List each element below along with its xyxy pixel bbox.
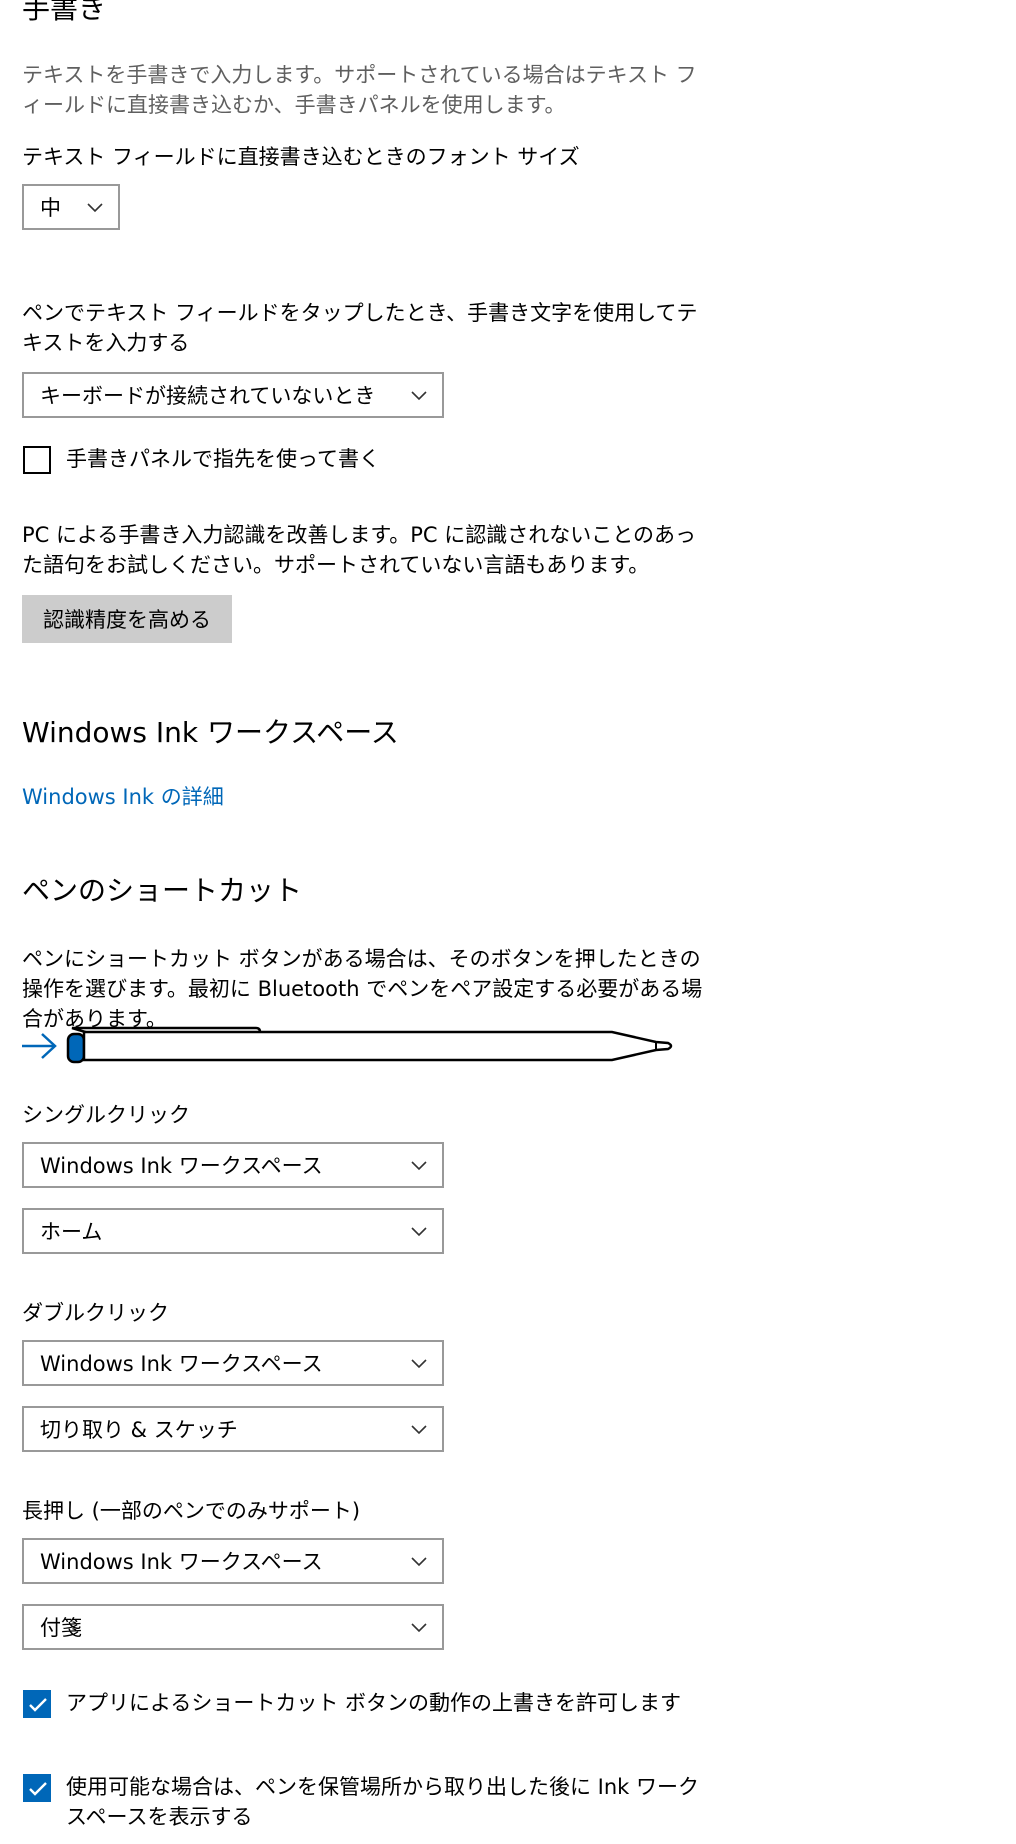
- single-click-action-dropdown[interactable]: ホーム: [22, 1208, 444, 1254]
- finger-checkbox[interactable]: [23, 446, 51, 474]
- handwriting-title: 手書き: [22, 0, 107, 25]
- double-click-app-dropdown[interactable]: Windows Ink ワークスペース: [22, 1340, 444, 1386]
- tap-mode-dropdown[interactable]: キーボードが接続されていないとき: [22, 372, 444, 418]
- show-ink-checkbox-label: 使用可能な場合は、ペンを保管場所から取り出した後に Ink ワークスペースを表示…: [66, 1775, 700, 1829]
- show-ink-checkbox[interactable]: [23, 1774, 51, 1802]
- ink-details-link[interactable]: Windows Ink の詳細: [22, 782, 224, 812]
- long-press-app-value: Windows Ink ワークスペース: [40, 1550, 323, 1574]
- chevron-down-icon: [87, 203, 103, 213]
- arrow-right-icon: [22, 1033, 57, 1059]
- double-click-app-value: Windows Ink ワークスペース: [40, 1352, 323, 1376]
- shortcuts-title: ペンのショートカット: [22, 874, 303, 907]
- font-size-dropdown[interactable]: 中: [22, 184, 120, 230]
- override-checkbox-label: アプリによるショートカット ボタンの動作の上書きを許可します: [66, 1691, 682, 1715]
- override-checkbox[interactable]: [23, 1690, 51, 1718]
- single-click-app-dropdown[interactable]: Windows Ink ワークスペース: [22, 1142, 444, 1188]
- single-click-label: シングルクリック: [22, 1103, 190, 1127]
- font-size-label: テキスト フィールドに直接書き込むときのフォント サイズ: [22, 145, 580, 169]
- finger-checkbox-label: 手書きパネルで指先を使って書く: [66, 447, 380, 471]
- chevron-down-icon: [411, 1227, 427, 1237]
- chevron-down-icon: [411, 1623, 427, 1633]
- chevron-down-icon: [411, 1425, 427, 1435]
- improve-text: PC による手書き入力認識を改善します。PC に認識されないことのあった語句をお…: [22, 523, 697, 577]
- long-press-action-value: 付箋: [40, 1616, 82, 1640]
- chevron-down-icon: [411, 1161, 427, 1171]
- ink-title: Windows Ink ワークスペース: [22, 716, 399, 749]
- double-click-label: ダブルクリック: [22, 1301, 169, 1325]
- double-click-action-dropdown[interactable]: 切り取り & スケッチ: [22, 1406, 444, 1452]
- tap-mode-value: キーボードが接続されていないとき: [40, 384, 376, 408]
- long-press-app-dropdown[interactable]: Windows Ink ワークスペース: [22, 1538, 444, 1584]
- chevron-down-icon: [411, 391, 427, 401]
- handwriting-description: テキストを手書きで入力します。サポートされている場合はテキスト フィールドに直接…: [22, 63, 697, 117]
- chevron-down-icon: [411, 1557, 427, 1567]
- single-click-action-value: ホーム: [40, 1220, 103, 1244]
- chevron-down-icon: [411, 1359, 427, 1369]
- font-size-value: 中: [40, 196, 61, 220]
- tap-label: ペンでテキスト フィールドをタップしたとき、手書き文字を使用してテキストを入力す…: [22, 301, 698, 355]
- checkmark-icon: [29, 1698, 47, 1712]
- single-click-app-value: Windows Ink ワークスペース: [40, 1154, 323, 1178]
- pen-illustration: [22, 1026, 673, 1064]
- improve-recognition-button[interactable]: 認識精度を高める: [22, 595, 232, 643]
- double-click-action-value: 切り取り & スケッチ: [40, 1418, 238, 1442]
- long-press-action-dropdown[interactable]: 付箋: [22, 1604, 444, 1650]
- long-press-label: 長押し (一部のペンでのみサポート): [22, 1499, 361, 1523]
- checkmark-icon: [29, 1782, 47, 1796]
